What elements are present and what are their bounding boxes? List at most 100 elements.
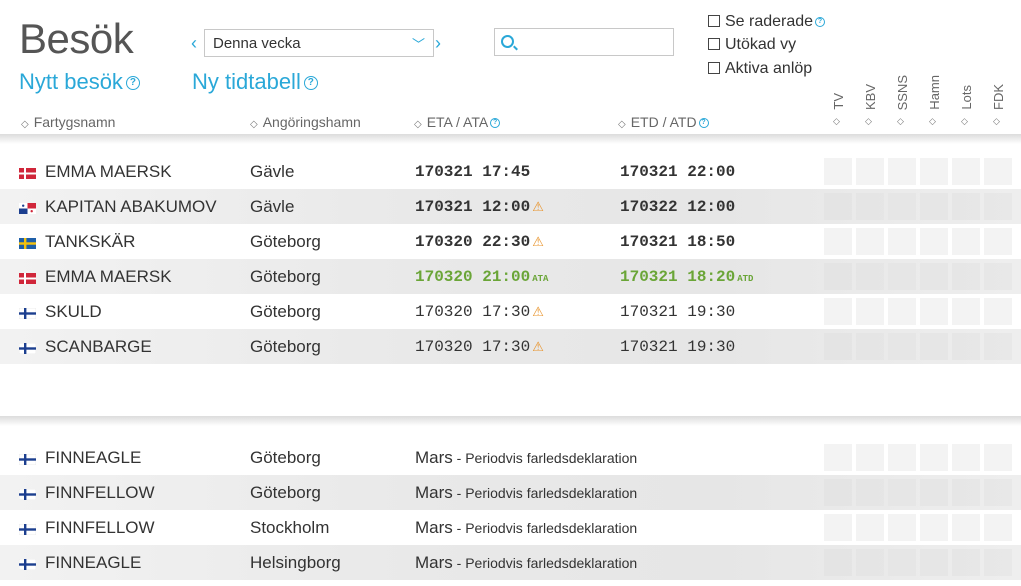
table-row[interactable]: EMMA MAERSK Göteborg 170320 21:00 ATA 170321… <box>0 259 1021 294</box>
next-week-button[interactable]: › <box>435 33 441 53</box>
column-header-etd[interactable]: ◇ ETD / ATD? <box>618 114 709 133</box>
ship-name[interactable]: FINNEAGLE <box>45 448 141 468</box>
status-cell[interactable] <box>920 228 948 255</box>
column-header-ship[interactable]: ◇ Fartygsnamn <box>21 114 115 133</box>
status-cell[interactable] <box>824 514 852 541</box>
ship-name[interactable]: FINNFELLOW <box>45 518 155 538</box>
status-cell[interactable] <box>920 514 948 541</box>
status-cell[interactable] <box>984 549 1012 576</box>
status-cell[interactable] <box>952 549 980 576</box>
status-cell[interactable] <box>856 158 884 185</box>
status-cell[interactable] <box>888 263 916 290</box>
status-cell[interactable] <box>984 158 1012 185</box>
column-header-ssns[interactable]: SSNS ◇ <box>887 70 917 130</box>
status-cell[interactable] <box>984 514 1012 541</box>
ship-name[interactable]: SKULD <box>45 302 102 322</box>
help-icon[interactable]: ? <box>698 118 709 129</box>
status-cell[interactable] <box>920 298 948 325</box>
status-cell[interactable] <box>888 444 916 471</box>
status-cell[interactable] <box>824 549 852 576</box>
status-cell[interactable] <box>952 298 980 325</box>
status-cell[interactable] <box>920 193 948 220</box>
status-cell[interactable] <box>920 549 948 576</box>
column-header-lots[interactable]: Lots ◇ <box>951 70 981 130</box>
status-cell[interactable] <box>920 479 948 506</box>
ship-name[interactable]: TANKSKÄR <box>45 232 135 252</box>
column-header-port[interactable]: ◇ Angöringshamn <box>250 114 361 133</box>
table-row[interactable]: TANKSKÄR Göteborg 170320 22:30 ⚠ 170321 18:5… <box>0 224 1021 259</box>
column-header-hamn[interactable]: Hamn ◇ <box>919 70 949 130</box>
status-cell[interactable] <box>888 514 916 541</box>
table-row[interactable]: FINNFELLOW Göteborg Mars - Periodvis farle… <box>0 475 1021 510</box>
table-row[interactable]: FINNEAGLE Helsingborg Mars - Periodvis far… <box>0 545 1021 580</box>
status-cell[interactable] <box>824 333 852 360</box>
status-cell[interactable] <box>984 298 1012 325</box>
status-cell[interactable] <box>888 298 916 325</box>
status-cell[interactable] <box>920 158 948 185</box>
status-cell[interactable] <box>856 298 884 325</box>
status-cell[interactable] <box>824 298 852 325</box>
status-cell[interactable] <box>888 333 916 360</box>
extended-view-option[interactable]: Utökad vy <box>708 35 796 55</box>
status-cell[interactable] <box>824 228 852 255</box>
status-cell[interactable] <box>856 514 884 541</box>
status-cell[interactable] <box>952 479 980 506</box>
new-visit-link[interactable]: Nytt besök? <box>19 68 140 96</box>
ship-name[interactable]: EMMA MAERSK <box>45 162 172 182</box>
status-cell[interactable] <box>856 263 884 290</box>
status-cell[interactable] <box>824 193 852 220</box>
status-cell[interactable] <box>952 444 980 471</box>
status-cell[interactable] <box>984 479 1012 506</box>
table-row[interactable]: SKULD Göteborg 170320 17:30 ⚠ 170321 19:30 <box>0 294 1021 329</box>
active-calls-option[interactable]: Aktiva anlöp <box>708 59 812 79</box>
status-cell[interactable] <box>824 444 852 471</box>
ship-name[interactable]: EMMA MAERSK <box>45 267 172 287</box>
search-box[interactable] <box>494 28 674 56</box>
previous-week-button[interactable]: ‹ <box>191 33 197 53</box>
status-cell[interactable] <box>824 479 852 506</box>
search-input[interactable] <box>519 31 669 53</box>
status-cell[interactable] <box>984 263 1012 290</box>
status-cell[interactable] <box>984 444 1012 471</box>
help-icon[interactable]: ? <box>490 118 501 129</box>
column-header-tv[interactable]: TV ◇ <box>823 70 853 130</box>
status-cell[interactable] <box>856 228 884 255</box>
status-cell[interactable] <box>888 549 916 576</box>
status-cell[interactable] <box>920 444 948 471</box>
help-icon[interactable]: ? <box>815 16 826 27</box>
column-header-eta[interactable]: ◇ ETA / ATA? <box>414 114 501 133</box>
ship-name[interactable]: KAPITAN ABAKUMOV <box>45 197 217 217</box>
table-row[interactable]: KAPITAN ABAKUMOV Gävle 170321 12:00 ⚠ 170322… <box>0 189 1021 224</box>
status-cell[interactable] <box>920 263 948 290</box>
status-cell[interactable] <box>888 158 916 185</box>
status-cell[interactable] <box>952 263 980 290</box>
status-cell[interactable] <box>984 228 1012 255</box>
status-cell[interactable] <box>856 479 884 506</box>
ship-name[interactable]: FINNEAGLE <box>45 553 141 573</box>
status-cell[interactable] <box>920 333 948 360</box>
status-cell[interactable] <box>888 479 916 506</box>
show-deleted-option[interactable]: Se raderade? <box>708 12 826 32</box>
extended-view-checkbox[interactable] <box>708 38 720 50</box>
column-header-kbv[interactable]: KBV ◇ <box>855 70 885 130</box>
status-cell[interactable] <box>856 444 884 471</box>
status-cell[interactable] <box>952 514 980 541</box>
table-row[interactable]: FINNEAGLE Göteborg Mars - Periodvis farled… <box>0 440 1021 475</box>
status-cell[interactable] <box>824 263 852 290</box>
active-calls-checkbox[interactable] <box>708 62 720 74</box>
status-cell[interactable] <box>984 193 1012 220</box>
status-cell[interactable] <box>856 193 884 220</box>
status-cell[interactable] <box>952 228 980 255</box>
new-schedule-link[interactable]: Ny tidtabell? <box>192 68 318 96</box>
ship-name[interactable]: SCANBARGE <box>45 337 152 357</box>
status-cell[interactable] <box>952 333 980 360</box>
table-row[interactable]: FINNFELLOW Stockholm Mars - Periodvis farl… <box>0 510 1021 545</box>
status-cell[interactable] <box>984 333 1012 360</box>
week-select[interactable]: Denna vecka ﹀ <box>204 29 434 57</box>
status-cell[interactable] <box>952 158 980 185</box>
table-row[interactable]: EMMA MAERSK Gävle 170321 17:45 170321 22:00 <box>0 154 1021 189</box>
table-row[interactable]: SCANBARGE Göteborg 170320 17:30 ⚠ 170321 19:… <box>0 329 1021 364</box>
ship-name[interactable]: FINNFELLOW <box>45 483 155 503</box>
show-deleted-checkbox[interactable] <box>708 15 720 27</box>
status-cell[interactable] <box>856 549 884 576</box>
